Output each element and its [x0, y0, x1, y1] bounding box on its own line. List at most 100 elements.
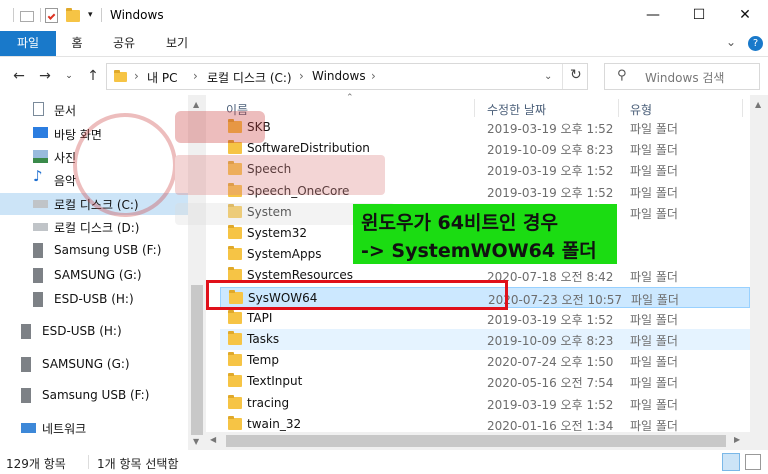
file-date: 2019-03-19 오후 1:52: [487, 397, 614, 412]
pictures-icon: [33, 150, 48, 163]
file-row[interactable]: tracing 2019-03-19 오후 1:52 파일 폴더: [220, 393, 750, 414]
tab-share[interactable]: 공유: [106, 31, 142, 56]
file-row[interactable]: SKB 2019-03-19 오후 1:52 파일 폴더: [220, 117, 750, 138]
annotation-line-1: 윈도우가 64비트인 경우: [361, 212, 558, 234]
usb-drive-icon: [21, 357, 31, 372]
new-folder-icon[interactable]: [66, 8, 80, 22]
search-placeholder: Windows 검색: [645, 71, 725, 85]
sidebar-item-label: 문서: [54, 104, 77, 118]
list-horizontal-scroll-thumb[interactable]: [226, 435, 726, 447]
file-name: twain_32: [247, 416, 302, 431]
sidebar-scrollbar[interactable]: ▲ ▼: [188, 95, 206, 450]
navigation-pane: 문서 바탕 화면 사진 ♪ 음악 로컬 디스크 (C:) 로컬 디스크 (D:) Samsun…: [0, 95, 188, 450]
file-type: 파일 폴더: [630, 185, 678, 200]
list-scroll-track[interactable]: [753, 117, 765, 427]
folder-icon: [228, 352, 242, 367]
file-row[interactable]: TextInput 2020-05-16 오전 7:54 파일 폴더: [220, 371, 750, 392]
folder-icon: [228, 119, 242, 133]
sidebar-item-label: ESD-USB (H:): [42, 324, 122, 338]
file-list: 이름 ⌃ 수정한 날짜 유형 SKB 2019-03-19 오후 1:52 파일 폴…: [206, 93, 750, 450]
file-row[interactable]: Tasks 2019-10-09 오후 8:23 파일 폴더: [220, 329, 750, 350]
checklist-icon[interactable]: [45, 8, 58, 23]
expand-ribbon-icon[interactable]: ⌄: [726, 35, 736, 49]
breadcrumb-separator: ›: [371, 69, 376, 83]
file-row[interactable]: Speech 2019-03-19 오후 1:52 파일 폴더: [220, 159, 750, 180]
file-type: 파일 폴더: [631, 292, 679, 307]
quick-access-dropdown-icon[interactable]: ▾: [88, 10, 93, 20]
file-date: 2019-03-19 오후 1:52: [487, 122, 614, 136]
folder-icon: [228, 309, 242, 324]
address-history-dropdown-icon[interactable]: ⌄: [544, 71, 552, 82]
forward-button[interactable]: →: [34, 65, 56, 87]
breadcrumb-local-disk-c[interactable]: 로컬 디스크 (C:): [207, 69, 292, 86]
file-type: 파일 폴더: [630, 312, 678, 327]
file-name: SoftwareDistribution: [247, 141, 370, 156]
scroll-down-icon[interactable]: ▼: [193, 437, 199, 446]
refresh-icon[interactable]: ↻: [570, 67, 582, 83]
file-row[interactable]: TAPI 2019-03-19 오후 1:52 파일 폴더: [220, 308, 750, 329]
sidebar-item-label: 로컬 디스크 (C:): [54, 198, 139, 212]
sidebar-item[interactable]: 로컬 디스크 (D:): [0, 216, 188, 238]
window-title: Windows: [110, 8, 164, 22]
sidebar-item[interactable]: SAMSUNG (G:): [0, 354, 188, 376]
list-vertical-scrollbar[interactable]: ▲: [750, 95, 768, 450]
title-bar: ▾ Windows — ☐ ✕: [0, 0, 768, 31]
scroll-up-icon[interactable]: ▲: [193, 100, 199, 109]
drive-icon: [33, 223, 48, 231]
file-name: SystemApps: [247, 247, 322, 262]
sidebar-item-label: 사진: [54, 151, 77, 165]
file-type: 파일 폴더: [630, 334, 678, 348]
sidebar-item[interactable]: ♪ 음악: [0, 169, 188, 191]
recent-locations-icon[interactable]: ⌄: [58, 65, 80, 87]
file-date: 2019-10-09 오후 8:23: [487, 143, 614, 158]
sidebar-item-label: 음악: [54, 174, 77, 188]
sidebar-item[interactable]: 네트워크: [0, 417, 188, 439]
sidebar-item-label: Samsung USB (F:): [42, 388, 150, 402]
sidebar-item[interactable]: Samsung USB (F:): [0, 385, 188, 407]
sidebar-item[interactable]: ESD-USB (H:): [0, 321, 188, 343]
file-name: Tasks: [247, 332, 280, 346]
up-button[interactable]: ↑: [82, 65, 104, 87]
sidebar-item[interactable]: SAMSUNG (G:): [0, 265, 188, 287]
file-name: tracing: [247, 395, 290, 410]
file-row[interactable]: Temp 2020-07-24 오후 1:50 파일 폴더: [220, 350, 750, 371]
file-row[interactable]: Speech_OneCore 2019-03-19 오후 1:52 파일 폴더: [220, 181, 750, 202]
scroll-right-icon[interactable]: ▶: [734, 435, 740, 444]
list-horizontal-scrollbar[interactable]: ◀ ▶: [206, 432, 750, 450]
file-type: 파일 폴더: [630, 143, 678, 158]
scroll-up-icon[interactable]: ▲: [755, 100, 761, 109]
tab-file[interactable]: 파일: [0, 31, 56, 56]
large-icons-view-button[interactable]: [745, 454, 761, 470]
ribbon-tabs: 파일 홈 공유 보기 ⌄ ?: [0, 31, 768, 57]
scroll-left-icon[interactable]: ◀: [210, 435, 216, 444]
back-button[interactable]: ←: [8, 65, 30, 87]
folder-icon: [228, 246, 242, 261]
breadcrumb-this-pc[interactable]: 내 PC: [147, 69, 177, 86]
close-button[interactable]: ✕: [722, 0, 768, 31]
sidebar-scroll-thumb[interactable]: [191, 285, 203, 435]
folder-icon: [228, 373, 242, 388]
tab-home[interactable]: 홈: [60, 31, 94, 56]
folder-icon: [228, 225, 242, 239]
sidebar-item[interactable]: Samsung USB (F:): [0, 240, 188, 262]
sidebar-item[interactable]: ESD-USB (H:): [0, 289, 188, 311]
sidebar-item[interactable]: 사진: [0, 146, 188, 168]
breadcrumb-windows[interactable]: Windows: [312, 69, 366, 83]
search-box[interactable]: ⚲ Windows 검색: [604, 63, 760, 90]
status-bar: 129개 항목 1개 항목 선택함: [0, 450, 768, 474]
tab-view[interactable]: 보기: [158, 31, 196, 56]
sidebar-item[interactable]: 문서: [0, 99, 188, 121]
properties-icon[interactable]: [20, 11, 34, 22]
file-row[interactable]: SoftwareDistribution 2019-10-09 오후 8:23 파일…: [220, 138, 750, 159]
sidebar-item[interactable]: 바탕 화면: [0, 123, 188, 145]
file-name: Temp: [247, 353, 279, 368]
file-date: 2019-03-19 오후 1:52: [487, 185, 614, 200]
minimize-button[interactable]: —: [630, 0, 676, 31]
breadcrumb-separator: ›: [134, 69, 139, 83]
maximize-button[interactable]: ☐: [676, 0, 722, 31]
sidebar-item[interactable]: 로컬 디스크 (C:): [0, 193, 188, 215]
sidebar-item-label: SAMSUNG (G:): [42, 357, 130, 371]
details-view-button[interactable]: [722, 453, 740, 471]
help-icon[interactable]: ?: [748, 36, 763, 51]
address-bar[interactable]: › 내 PC › 로컬 디스크 (C:) › Windows › ⌄ ↻: [106, 63, 588, 90]
